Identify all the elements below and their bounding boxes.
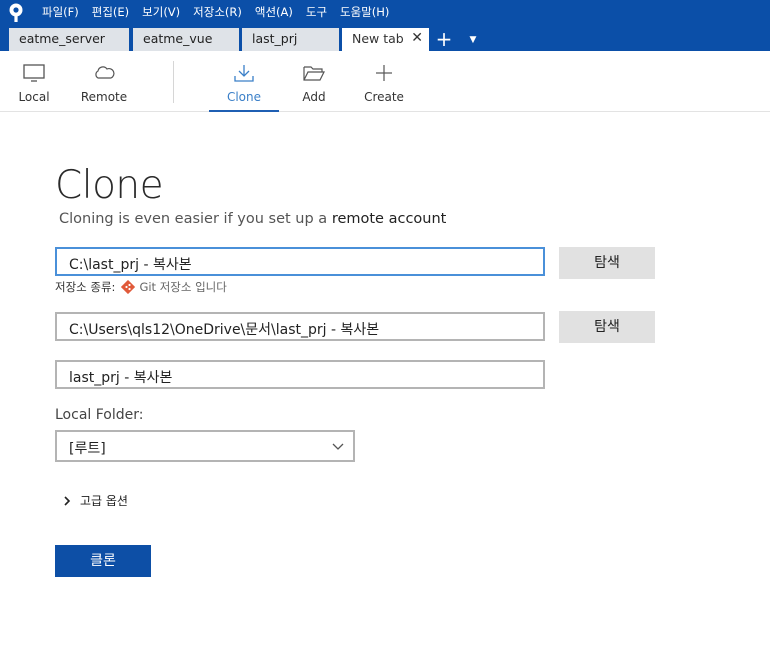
add-button[interactable]: Add: [292, 51, 336, 112]
toolbar: Local Remote Clone Add Create: [0, 51, 770, 112]
menu-file[interactable]: 파일(F): [42, 4, 79, 20]
sourcetree-logo-icon: [9, 3, 23, 22]
advanced-options-label: 고급 옵션: [80, 494, 128, 508]
menu-view[interactable]: 보기(V): [142, 4, 180, 20]
clone-button[interactable]: 클론: [55, 545, 151, 577]
tab-eatme-vue[interactable]: eatme_vue: [133, 28, 239, 51]
destination-path-input[interactable]: C:\Users\qls12\OneDrive\문서\last_prj - 복사…: [55, 312, 545, 341]
toolbar-divider: [173, 61, 174, 103]
menu-bar: 파일(F) 편집(E) 보기(V) 저장소(R) 액션(A) 도구 도움말(H): [42, 4, 402, 20]
remote-button[interactable]: Remote: [76, 51, 132, 112]
clone-tab-button[interactable]: Clone: [209, 51, 279, 112]
plus-icon: [376, 65, 392, 81]
chevron-right-icon: [64, 495, 71, 506]
tab-label: New tab: [352, 31, 404, 46]
menu-actions[interactable]: 액션(A): [255, 4, 293, 20]
repo-type-value: Git 저장소 입니다: [139, 280, 227, 294]
local-folder-value: [루트]: [69, 441, 106, 457]
close-icon[interactable]: ✕: [411, 30, 423, 46]
tab-label: eatme_server: [19, 31, 105, 46]
browse-source-button[interactable]: 탐색: [559, 247, 655, 279]
page-title: Clone: [55, 163, 164, 208]
menu-edit[interactable]: 편집(E): [92, 4, 129, 20]
download-icon: [234, 65, 254, 82]
page-subtitle: Cloning is even easier if you set up a r…: [59, 211, 446, 227]
menu-tools[interactable]: 도구: [306, 4, 327, 20]
name-input[interactable]: last_prj - 복사본: [55, 360, 545, 389]
chevron-down-icon: [332, 443, 344, 450]
local-folder-label: Local Folder:: [55, 407, 144, 423]
advanced-options-toggle[interactable]: 고급 옵션: [62, 492, 128, 509]
tab-label: eatme_vue: [143, 31, 213, 46]
local-label: Local: [18, 90, 50, 104]
tab-list-dropdown-icon[interactable]: ▼: [462, 28, 484, 51]
add-tab-icon[interactable]: +: [432, 28, 456, 51]
remote-account-link[interactable]: remote account: [332, 211, 447, 227]
tab-last-prj[interactable]: last_prj: [242, 28, 339, 51]
folder-open-icon: [303, 66, 325, 81]
local-button[interactable]: Local: [10, 51, 58, 112]
git-icon: [121, 280, 136, 294]
create-button[interactable]: Create: [358, 51, 410, 112]
active-tab-indicator: [209, 110, 279, 112]
subtitle-text: Cloning is even easier if you set up a: [59, 211, 332, 227]
clone-label: Clone: [226, 90, 262, 104]
repo-type-label: 저장소 종류:: [55, 280, 116, 294]
tab-strip: eatme_server eatme_vue last_prj New tab …: [0, 28, 770, 51]
repo-type-info: 저장소 종류: Git 저장소 입니다: [55, 279, 227, 295]
menu-help[interactable]: 도움말(H): [340, 4, 389, 20]
remote-label: Remote: [80, 90, 128, 104]
monitor-icon: [23, 64, 45, 82]
tab-new-tab[interactable]: New tab ✕: [342, 28, 429, 51]
menu-repository[interactable]: 저장소(R): [193, 4, 242, 20]
cloud-icon: [95, 66, 115, 79]
create-label: Create: [364, 90, 404, 104]
tab-eatme-server[interactable]: eatme_server: [9, 28, 129, 51]
tab-label: last_prj: [252, 31, 298, 46]
local-folder-select[interactable]: [루트]: [55, 430, 355, 462]
browse-destination-button[interactable]: 탐색: [559, 311, 655, 343]
title-bar: 파일(F) 편집(E) 보기(V) 저장소(R) 액션(A) 도구 도움말(H)…: [0, 0, 770, 51]
add-label: Add: [302, 90, 326, 104]
source-url-input[interactable]: C:\last_prj - 복사본: [55, 247, 545, 276]
